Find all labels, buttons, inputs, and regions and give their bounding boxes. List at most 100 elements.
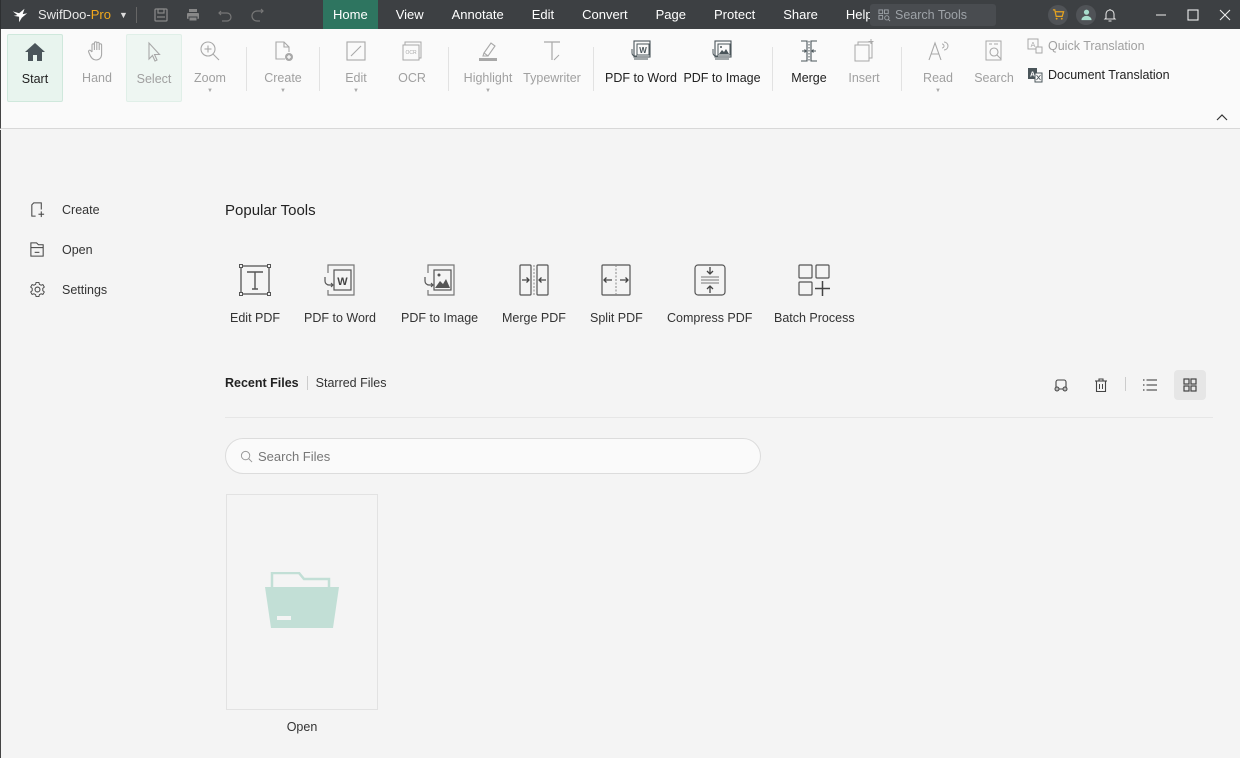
open-file-card[interactable]	[226, 494, 378, 710]
create-button[interactable]: Create ▼	[260, 34, 306, 102]
cursor-icon	[148, 41, 161, 62]
divider	[319, 47, 320, 91]
notifications-button[interactable]	[1096, 0, 1124, 29]
user-icon	[1080, 9, 1092, 21]
tool-pdf-to-word[interactable]: W PDF to Word	[304, 262, 376, 325]
divider	[225, 417, 1213, 418]
cart-icon	[1052, 9, 1064, 20]
nav-open[interactable]: Open	[29, 241, 93, 258]
save-icon	[154, 7, 168, 22]
tool-edit-pdf[interactable]: Edit PDF	[230, 262, 280, 325]
close-button[interactable]	[1209, 0, 1240, 29]
search-tools-placeholder: Search Tools	[895, 8, 968, 22]
tool-batch-process[interactable]: Batch Process	[774, 262, 855, 325]
highlight-dropdown-caret-icon: ▼	[485, 88, 491, 94]
merge-pdf-icon	[519, 264, 549, 296]
ribbon-toolbar: Start Hand Select Zoom ▼ Create ▼ Edit ▼…	[0, 29, 1240, 129]
main-menu: Home View Annotate Edit Convert Page Pro…	[323, 0, 883, 29]
tab-recent-files[interactable]: Recent Files	[225, 376, 299, 390]
minimize-button[interactable]	[1145, 0, 1177, 29]
insert-page-icon	[854, 39, 874, 62]
menu-protect[interactable]: Protect	[704, 0, 765, 29]
clean-invalid-files-button[interactable]	[1045, 370, 1077, 400]
menu-page[interactable]: Page	[646, 0, 696, 29]
edit-button[interactable]: Edit ▼	[333, 34, 379, 102]
pdf-to-word-button[interactable]: W PDF to Word	[605, 34, 677, 102]
highlighter-icon	[479, 42, 497, 61]
batch-process-icon	[798, 264, 831, 296]
document-translation-icon: A	[1028, 68, 1043, 83]
collapse-ribbon-icon[interactable]	[1216, 113, 1228, 123]
read-button[interactable]: Read ▼	[915, 34, 961, 102]
divider	[593, 47, 594, 91]
menu-annotate[interactable]: Annotate	[442, 0, 514, 29]
ocr-button[interactable]: OCR OCR	[389, 34, 435, 102]
merge-icon	[801, 40, 817, 62]
brand-menu-caret-icon[interactable]: ▼	[119, 10, 128, 20]
divider	[246, 47, 247, 91]
read-aloud-icon	[928, 41, 949, 61]
menu-edit[interactable]: Edit	[522, 0, 564, 29]
insert-button[interactable]: Insert	[841, 34, 887, 102]
svg-text:OCR: OCR	[405, 50, 417, 56]
hand-button[interactable]: Hand	[74, 34, 120, 102]
undo-icon	[218, 10, 232, 22]
tab-starred-files[interactable]: Starred Files	[316, 376, 387, 390]
tool-pdf-to-image[interactable]: PDF to Image	[401, 262, 478, 325]
menu-home[interactable]: Home	[323, 0, 378, 29]
document-translation-button[interactable]: A Document Translation	[1027, 67, 1170, 83]
menu-view[interactable]: View	[386, 0, 434, 29]
pdf-to-image-icon	[712, 40, 732, 60]
tool-split-pdf[interactable]: Split PDF	[590, 262, 643, 325]
list-view-button[interactable]	[1134, 370, 1166, 400]
hand-icon	[87, 41, 103, 61]
save-button[interactable]	[145, 0, 177, 29]
search-files-field[interactable]	[225, 438, 761, 474]
list-view-icon	[1143, 379, 1157, 391]
grid-view-icon	[1183, 378, 1197, 392]
grid-view-button[interactable]	[1174, 370, 1206, 400]
pdf-to-image-button[interactable]: PDF to Image	[683, 34, 761, 102]
trash-icon	[1095, 378, 1107, 393]
edit-pdf-icon	[239, 264, 271, 296]
open-folder-icon	[30, 242, 44, 257]
zoom-button[interactable]: Zoom ▼	[187, 34, 233, 102]
menu-share[interactable]: Share	[773, 0, 828, 29]
nav-create[interactable]: Create	[29, 201, 100, 218]
tool-merge-pdf[interactable]: Merge PDF	[502, 262, 566, 325]
window-left-border	[0, 130, 1, 758]
redo-button[interactable]	[241, 0, 273, 29]
menu-convert[interactable]: Convert	[572, 0, 638, 29]
svg-text:A: A	[1030, 72, 1035, 79]
compress-pdf-icon	[694, 264, 726, 296]
maximize-button[interactable]	[1177, 0, 1209, 29]
svg-text:W: W	[639, 46, 647, 55]
maximize-icon	[1187, 8, 1199, 21]
edit-dropdown-caret-icon: ▼	[353, 88, 359, 94]
start-button[interactable]: Start	[7, 34, 63, 102]
divider	[448, 47, 449, 91]
highlight-button[interactable]: Highlight ▼	[460, 34, 516, 102]
search-files-input[interactable]	[258, 448, 738, 464]
pdf-to-word-icon: W	[631, 40, 651, 60]
delete-button[interactable]	[1085, 370, 1117, 400]
svg-text:A: A	[1031, 42, 1036, 49]
search-tools-input[interactable]: Search Tools	[870, 4, 996, 26]
undo-button[interactable]	[209, 0, 241, 29]
typewriter-button[interactable]: Typewriter	[522, 34, 582, 102]
quick-translation-button[interactable]: A Quick Translation	[1027, 38, 1145, 54]
divider	[1125, 377, 1126, 391]
minimize-icon	[1156, 14, 1166, 15]
divider	[901, 47, 902, 91]
search-button[interactable]: Search	[971, 34, 1017, 102]
tool-compress-pdf[interactable]: Compress PDF	[667, 262, 752, 325]
redo-icon	[251, 8, 264, 22]
select-button[interactable]: Select	[126, 34, 182, 102]
swifdoo-logo-icon	[12, 8, 28, 22]
account-button[interactable]	[1076, 4, 1096, 25]
store-button[interactable]	[1048, 4, 1068, 25]
split-pdf-icon	[601, 264, 631, 296]
nav-settings[interactable]: Settings	[29, 281, 107, 298]
print-button[interactable]	[177, 0, 209, 29]
merge-button[interactable]: Merge	[786, 34, 832, 102]
